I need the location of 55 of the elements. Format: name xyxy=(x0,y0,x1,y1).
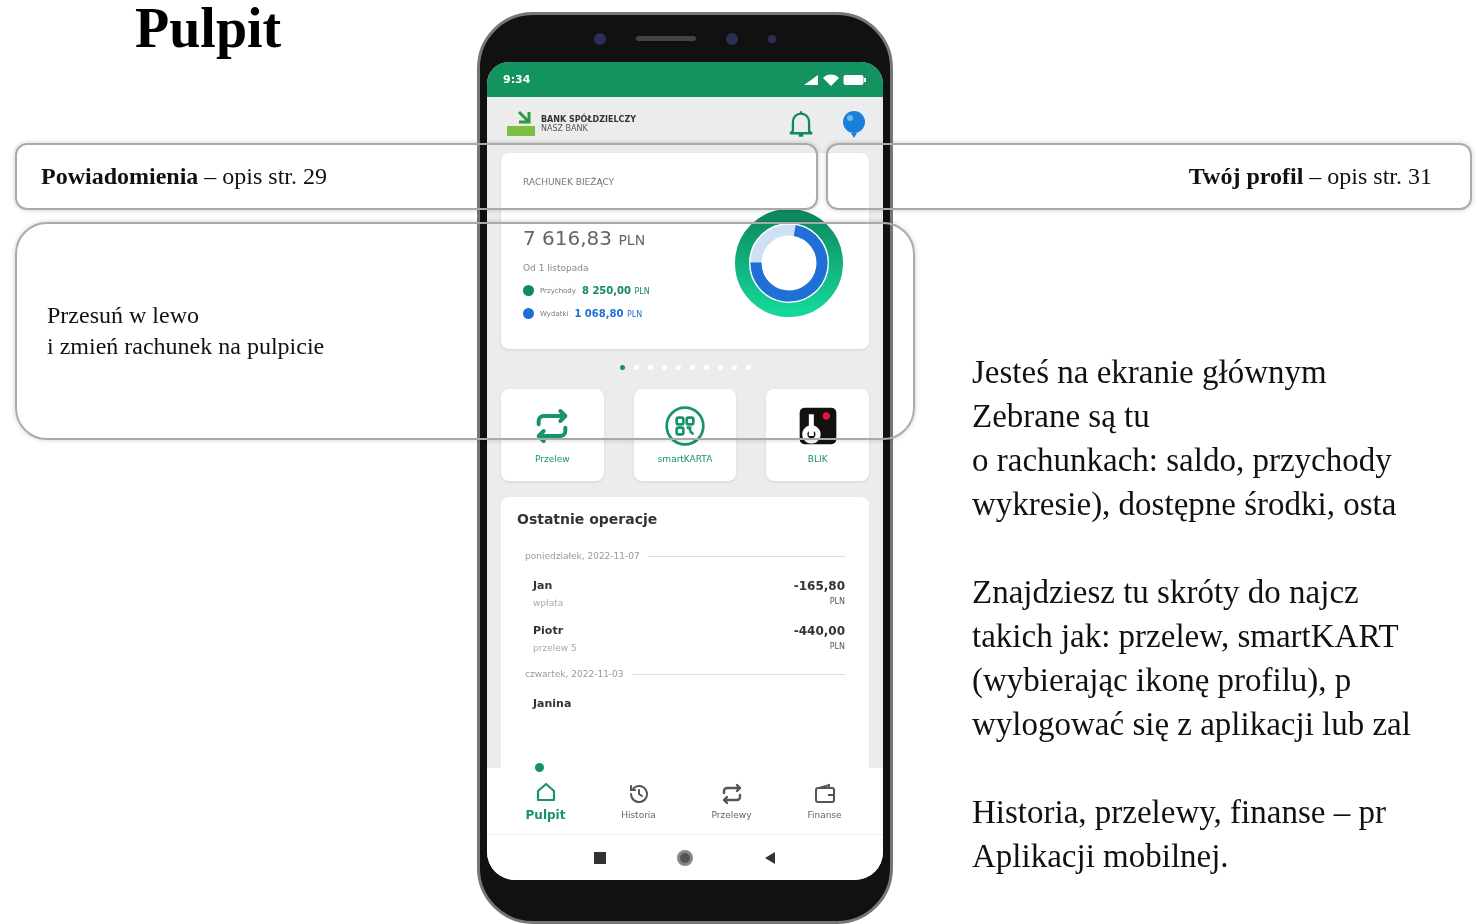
sensor-icon xyxy=(768,34,776,43)
wifi-icon xyxy=(823,73,839,86)
date-label: poniedziałek, 2022-11-07 xyxy=(525,551,640,561)
period-label: Od 1 listopada xyxy=(523,263,590,273)
body-text-line: Historia, przelewy, finanse – pr xyxy=(972,793,1386,832)
active-indicator-dot xyxy=(535,763,544,772)
operation-name[interactable]: Jan xyxy=(533,579,564,592)
section-title: Ostatnie operacje xyxy=(517,511,659,527)
bank-logo-icon xyxy=(505,110,537,138)
body-text-line: o rachunkach: saldo, przychody xyxy=(972,441,1392,480)
operation-description: przelew 5 xyxy=(533,643,577,653)
account-balance: 7 616,83 PLN xyxy=(523,227,647,251)
bell-icon[interactable] xyxy=(787,109,815,139)
wallet-icon xyxy=(812,782,837,806)
operation-currency: PLN xyxy=(828,642,845,651)
legend-amount: 8 250,00 PLN xyxy=(581,285,650,296)
circle-icon[interactable] xyxy=(676,848,694,867)
shortcut-tile[interactable]: Przelew xyxy=(501,389,604,481)
body-text-line: takich jak: przelew, smartKART xyxy=(972,617,1399,656)
signal-icon xyxy=(803,73,819,86)
body-text-line: wykresie), dostępne środki, osta xyxy=(972,485,1397,524)
triangle-icon[interactable] xyxy=(764,851,776,864)
battery-icon xyxy=(843,73,867,86)
camera-icon xyxy=(594,32,606,45)
legend-amount: 1 068,80 PLN xyxy=(574,308,643,319)
body-text-line: Znajdziesz tu skróty do najcz xyxy=(972,573,1359,612)
shortcut-tile[interactable]: BLIK xyxy=(766,389,869,481)
nav-tab[interactable]: Przelewy xyxy=(685,768,778,834)
speaker-grille-icon xyxy=(636,36,696,41)
operation-description: wpłata xyxy=(533,598,564,608)
bank-subtitle: NASZ BANK xyxy=(541,124,589,133)
date-label: czwartek, 2022-11-03 xyxy=(525,669,624,679)
body-text-line: Jesteś na ekranie głównym xyxy=(972,353,1327,392)
operation-name[interactable]: Piotr xyxy=(533,624,577,637)
profile-balloon-icon[interactable] xyxy=(841,109,867,139)
sensor-icon xyxy=(726,32,738,45)
body-text-line: Aplikacji mobilnej. xyxy=(972,837,1229,876)
nav-tab[interactable]: Pulpit xyxy=(499,768,592,834)
body-text-line: wylogować się z aplikacji lub zal xyxy=(972,705,1411,744)
nav-tab[interactable]: Historia xyxy=(592,768,685,834)
square-icon[interactable] xyxy=(594,851,606,864)
body-text-line: (wybierając ikonę profilu), p xyxy=(972,661,1352,700)
operation-currency: PLN xyxy=(828,597,845,606)
bank-name: BANK SPÓŁDZIELCZY xyxy=(541,115,636,124)
blik-logo-icon[interactable] xyxy=(797,406,838,446)
operation-amount: -440,00 xyxy=(793,624,845,638)
nav-tab[interactable]: Finanse xyxy=(778,768,871,834)
operation-amount: -165,80 xyxy=(793,579,845,593)
operation-name[interactable]: Janina xyxy=(533,697,572,710)
pager-dot[interactable] xyxy=(619,364,625,370)
account-name: RACHUNEK BIEŻĄCY xyxy=(523,177,615,187)
status-time: 9:34 xyxy=(503,73,531,86)
body-text-line: Zebrane są tu xyxy=(972,397,1150,436)
shortcut-tile[interactable]: smartKARTA xyxy=(633,389,737,481)
qr-code-icon[interactable] xyxy=(665,406,705,446)
